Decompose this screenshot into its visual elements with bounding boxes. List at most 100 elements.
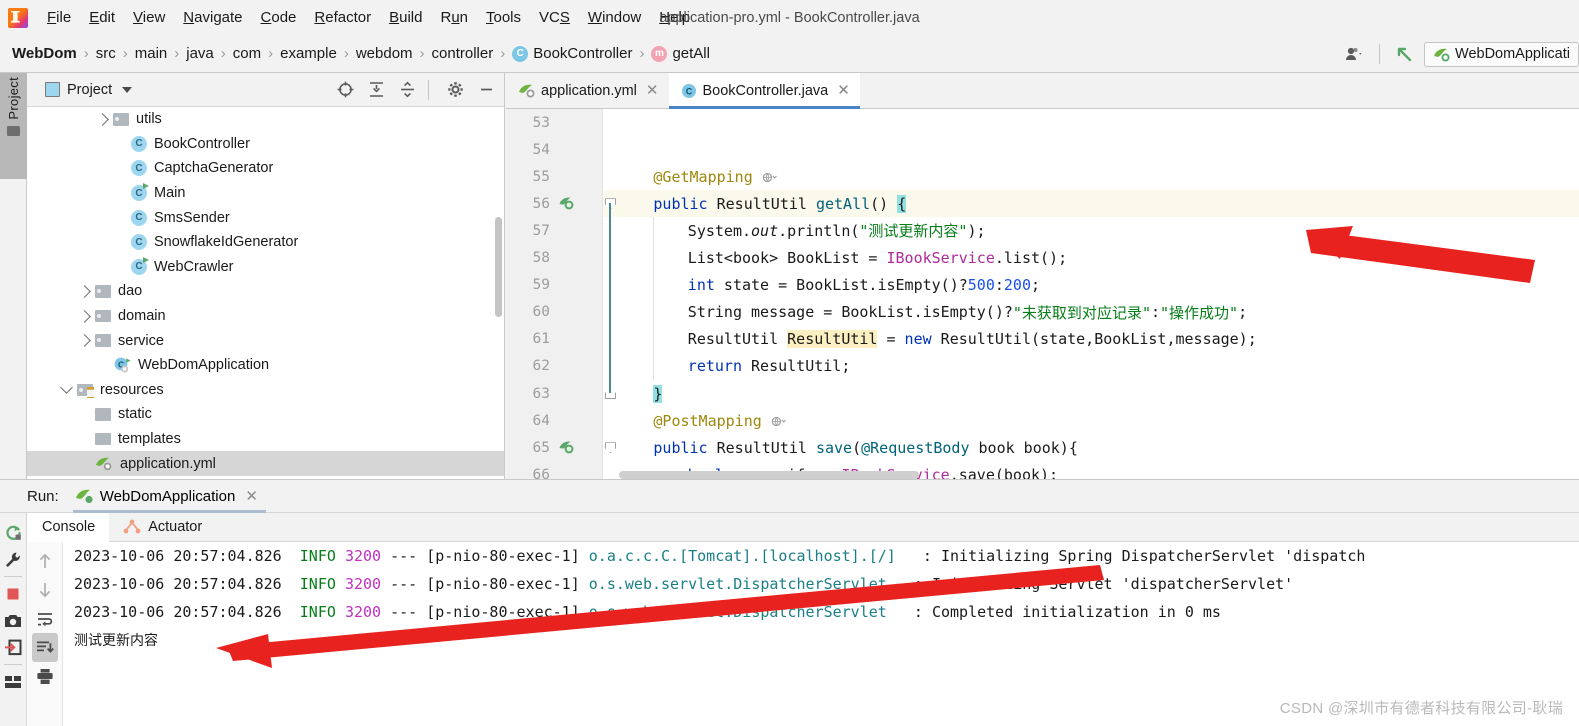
menu-item-vcs[interactable]: VCS (530, 7, 579, 28)
close-icon[interactable]: ✕ (245, 487, 258, 505)
code-line-59[interactable]: int state = BookList.isEmpty()? 500:200; (619, 272, 1040, 299)
tree-node-service[interactable]: service (27, 328, 504, 353)
menu-item-code[interactable]: Code (252, 7, 306, 28)
gutter-line-60[interactable]: 60 (506, 299, 602, 326)
settings-gear-icon[interactable] (447, 81, 464, 98)
editor-horizontal-scrollbar[interactable] (619, 471, 919, 479)
camera-screenshot-icon[interactable] (2, 607, 24, 634)
menu-item-tools[interactable]: Tools (477, 7, 530, 28)
gutter-line-66[interactable]: 66 (506, 461, 602, 479)
scroll-to-end-icon[interactable] (32, 633, 58, 662)
code-line-58[interactable]: List<book> BookList = IBookService .list(… (619, 245, 1067, 272)
tree-node-dao[interactable]: dao (27, 279, 504, 304)
tree-node-static[interactable]: static (27, 402, 504, 427)
collapse-all-icon[interactable] (399, 81, 416, 98)
tree-node-utils[interactable]: utils (27, 107, 504, 132)
code-line-61[interactable]: ResultUtil ResultUtil = new ResultUtil(s… (619, 326, 1257, 353)
tree-node-resources[interactable]: resources (27, 378, 504, 403)
breadcrumb-item-webdom[interactable]: WebDom (0, 45, 77, 62)
chevron-down-icon[interactable] (55, 381, 77, 395)
fold-region-end-icon[interactable] (605, 388, 616, 399)
tree-node-templates[interactable]: templates (27, 427, 504, 452)
gutter-line-59[interactable]: 59 (506, 272, 602, 299)
menu-item-run[interactable]: Run (431, 7, 477, 28)
breadcrumb-item-main[interactable]: main (135, 45, 168, 62)
exit-dump-icon[interactable] (2, 634, 24, 661)
expand-all-icon[interactable] (368, 81, 385, 98)
code-line-60[interactable]: String message = BookList.isEmpty()? "未获取… (619, 299, 1247, 326)
editor-tab-application-yml[interactable]: application.yml ✕ (506, 73, 669, 108)
tree-node-main[interactable]: C Main (27, 181, 504, 206)
menu-item-window[interactable]: Window (579, 7, 650, 28)
chevron-right-icon[interactable] (73, 334, 95, 348)
print-icon[interactable] (32, 662, 58, 691)
gutter-line-63[interactable]: 63 (506, 380, 602, 407)
tree-node-bookcontroller[interactable]: C BookController (27, 132, 504, 157)
menu-item-navigate[interactable]: Navigate (174, 7, 251, 28)
breadcrumb-item-java[interactable]: java (186, 45, 214, 62)
tree-node-webcrawler[interactable]: C WebCrawler (27, 255, 504, 280)
chevron-right-icon[interactable] (73, 285, 95, 298)
tree-node-application-yml[interactable]: application.yml (27, 451, 504, 476)
scroll-up-icon[interactable] (32, 546, 58, 575)
breadcrumb-item-controller[interactable]: controller (432, 45, 494, 62)
gutter-line-64[interactable]: 64 (506, 407, 602, 434)
editor-tab-bookcontroller-java[interactable]: C BookController.java ✕ (668, 73, 861, 109)
vcs-update-arrow-icon[interactable] (1388, 44, 1420, 64)
tool-window-button-project[interactable]: Project (0, 73, 27, 179)
code-line-63[interactable]: } (619, 380, 663, 407)
stop-icon[interactable] (2, 580, 24, 607)
breadcrumb-item-getall[interactable]: m getAll (651, 45, 710, 62)
tree-node-captchagenerator[interactable]: C CaptchaGenerator (27, 156, 504, 181)
gutter-line-54[interactable]: 54 (506, 136, 602, 163)
breadcrumb-item-bookcontroller[interactable]: C BookController (512, 45, 632, 62)
web-endpoint-gutter-icon[interactable] (762, 168, 777, 186)
breadcrumb-item-webdom[interactable]: webdom (356, 45, 413, 62)
project-tree-scrollbar[interactable] (495, 217, 502, 317)
breadcrumb-item-example[interactable]: example (280, 45, 337, 62)
gutter-line-62[interactable]: 62 (506, 353, 602, 380)
menu-item-refactor[interactable]: Refactor (305, 7, 380, 28)
gutter-line-58[interactable]: 58 (506, 245, 602, 272)
tab-console[interactable]: Console (28, 512, 110, 543)
menu-item-view[interactable]: View (124, 7, 174, 28)
soft-wrap-icon[interactable] (32, 604, 58, 633)
run-tab-webdomapplication[interactable]: WebDomApplication ✕ (72, 480, 267, 513)
tree-node-snowflakeidgenerator[interactable]: C SnowflakeIdGenerator (27, 230, 504, 255)
breadcrumb-item-src[interactable]: src (96, 45, 116, 62)
fold-region-start-icon[interactable] (605, 442, 616, 454)
user-account-icon[interactable] (1339, 46, 1371, 62)
code-line-56[interactable]: public ResultUtil getAll() { (619, 190, 907, 217)
gutter-line-53[interactable]: 53 (506, 109, 602, 136)
project-file-tree[interactable]: utils C BookController C CaptchaGenerator C Ma… (27, 107, 504, 479)
close-icon[interactable]: ✕ (837, 83, 850, 98)
code-line-55[interactable]: @GetMapping (619, 163, 777, 190)
code-fold-range-bar[interactable] (609, 203, 611, 393)
run-configuration-selector[interactable]: WebDomApplicati (1424, 41, 1579, 67)
chevron-right-icon[interactable] (91, 112, 113, 126)
gutter-line-57[interactable]: 57 (506, 217, 602, 244)
rerun-icon[interactable] (2, 519, 24, 546)
wrench-settings-icon[interactable] (2, 546, 24, 573)
scroll-down-icon[interactable] (32, 575, 58, 604)
breadcrumb-item-com[interactable]: com (233, 45, 261, 62)
layout-icon[interactable] (2, 668, 24, 695)
web-endpoint-gutter-icon[interactable] (771, 412, 786, 430)
chevron-right-icon[interactable] (73, 309, 95, 323)
close-icon[interactable]: ✕ (646, 83, 659, 98)
gutter-line-61[interactable]: 61 (506, 326, 602, 353)
gutter-line-56[interactable]: 56 (506, 190, 602, 217)
locate-target-icon[interactable] (337, 81, 354, 98)
tree-node-domain[interactable]: domain (27, 304, 504, 329)
gutter-line-55[interactable]: 55 (506, 163, 602, 190)
tab-actuator[interactable]: Actuator (109, 513, 216, 542)
spring-request-mapping-icon[interactable] (559, 440, 574, 455)
menu-item-file[interactable]: File (38, 7, 80, 28)
minimize-icon[interactable] (478, 81, 495, 98)
menu-item-help[interactable]: Help (650, 7, 699, 28)
chevron-down-icon[interactable] (122, 86, 133, 93)
code-editor[interactable]: 53 54 55 56 57 58 59 60 61 62 63 64 65 66 @GetMapping… (506, 109, 1579, 479)
menu-item-edit[interactable]: Edit (80, 7, 124, 28)
code-line-57[interactable]: System. out .println("测试更新内容"); (619, 217, 986, 244)
spring-request-mapping-icon[interactable] (559, 196, 574, 211)
